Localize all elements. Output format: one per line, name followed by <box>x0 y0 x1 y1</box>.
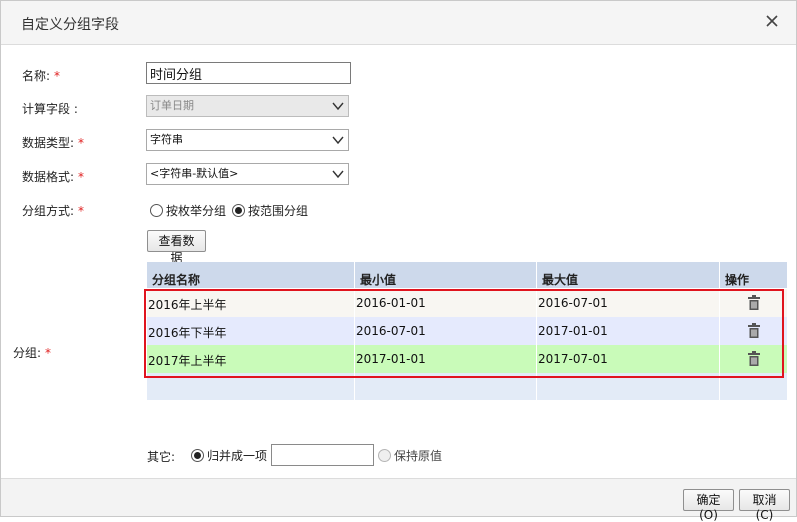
group-max-cell[interactable]: 2017-07-01 <box>538 352 608 366</box>
data-format-label: 数据格式: * <box>22 170 85 184</box>
keep-original-label: 保持原值 <box>394 449 443 463</box>
group-mode-enum-label: 按枚举分组 <box>166 204 227 218</box>
group-mode-label: 分组方式: * <box>22 204 85 218</box>
chevron-down-icon <box>332 135 344 145</box>
column-header-action: 操作 <box>725 273 750 287</box>
merge-name-input[interactable] <box>271 444 374 466</box>
trash-icon[interactable] <box>747 351 761 367</box>
trash-icon[interactable] <box>747 323 761 339</box>
others-label: 其它: <box>147 450 176 464</box>
column-header-max: 最大值 <box>542 273 579 287</box>
custom-group-field-dialog: 自定义分组字段 名称:* 计算字段 : 订单日期 数据类型:* 字符串 数据格式… <box>0 0 797 522</box>
group-min-cell[interactable]: 2016-01-01 <box>356 296 426 310</box>
table-header: 分组名称 最小值 最大值 操作 <box>147 262 787 288</box>
dialog-title: 自定义分组字段 <box>21 17 119 33</box>
group-name-cell[interactable]: 2016年上半年 <box>148 296 227 313</box>
chevron-down-icon <box>332 101 344 111</box>
group-max-cell[interactable]: 2017-01-01 <box>538 324 608 338</box>
data-format-select[interactable]: <字符串-默认值> <box>146 163 349 185</box>
group-max-cell[interactable]: 2016-07-01 <box>538 296 608 310</box>
chevron-down-icon <box>332 169 344 179</box>
dialog-footer: 确定(O) 取消(C) <box>1 478 796 522</box>
groups-table: 分组名称 最小值 最大值 操作 2016年上半年 2016-01-01 2016… <box>147 262 787 400</box>
others-options: 归并成一项 <box>191 447 273 464</box>
merge-into-one-label: 归并成一项 <box>207 449 268 463</box>
group-mode-range-label: 按范围分组 <box>248 204 309 218</box>
data-type-select[interactable]: 字符串 <box>146 129 349 151</box>
group-min-cell[interactable]: 2017-01-01 <box>356 352 426 366</box>
calc-field-label: 计算字段 : <box>22 102 78 116</box>
column-header-name: 分组名称 <box>152 273 201 287</box>
column-header-min: 最小值 <box>360 273 397 287</box>
name-input[interactable] <box>146 62 351 84</box>
group-name-cell[interactable]: 2016年下半年 <box>148 324 227 341</box>
group-mode-enum-radio[interactable] <box>150 204 163 217</box>
column-divider <box>536 262 537 400</box>
groups-label: 分组: * <box>13 346 52 360</box>
table-row[interactable]: 2016年下半年 2016-07-01 2017-01-01 <box>147 317 787 345</box>
cancel-button[interactable]: 取消(C) <box>739 489 790 522</box>
close-icon[interactable] <box>762 11 782 31</box>
group-name-cell[interactable]: 2017年上半年 <box>148 352 227 369</box>
table-row[interactable]: 2016年上半年 2016-01-01 2016-07-01 <box>147 289 787 317</box>
column-divider <box>719 262 720 400</box>
calc-field-select[interactable]: 订单日期 <box>146 95 349 117</box>
group-mode-options: 按枚举分组 按范围分组 <box>150 202 314 219</box>
dialog-titlebar: 自定义分组字段 <box>1 1 796 45</box>
data-type-label: 数据类型: * <box>22 136 85 150</box>
name-label: 名称: * <box>22 69 61 83</box>
empty-table-area <box>147 373 787 400</box>
merge-into-one-radio[interactable] <box>191 449 204 462</box>
trash-icon[interactable] <box>747 295 761 311</box>
group-mode-range-radio[interactable] <box>232 204 246 217</box>
ok-button[interactable]: 确定(O) <box>683 489 734 522</box>
table-row[interactable]: 2017年上半年 2017-01-01 2017-07-01 <box>147 345 787 373</box>
view-data-button[interactable]: 查看数据 <box>147 230 206 265</box>
keep-original-option: 保持原值 <box>378 447 448 464</box>
group-min-cell[interactable]: 2016-07-01 <box>356 324 426 338</box>
keep-original-radio[interactable] <box>378 449 391 462</box>
column-divider <box>354 262 355 400</box>
